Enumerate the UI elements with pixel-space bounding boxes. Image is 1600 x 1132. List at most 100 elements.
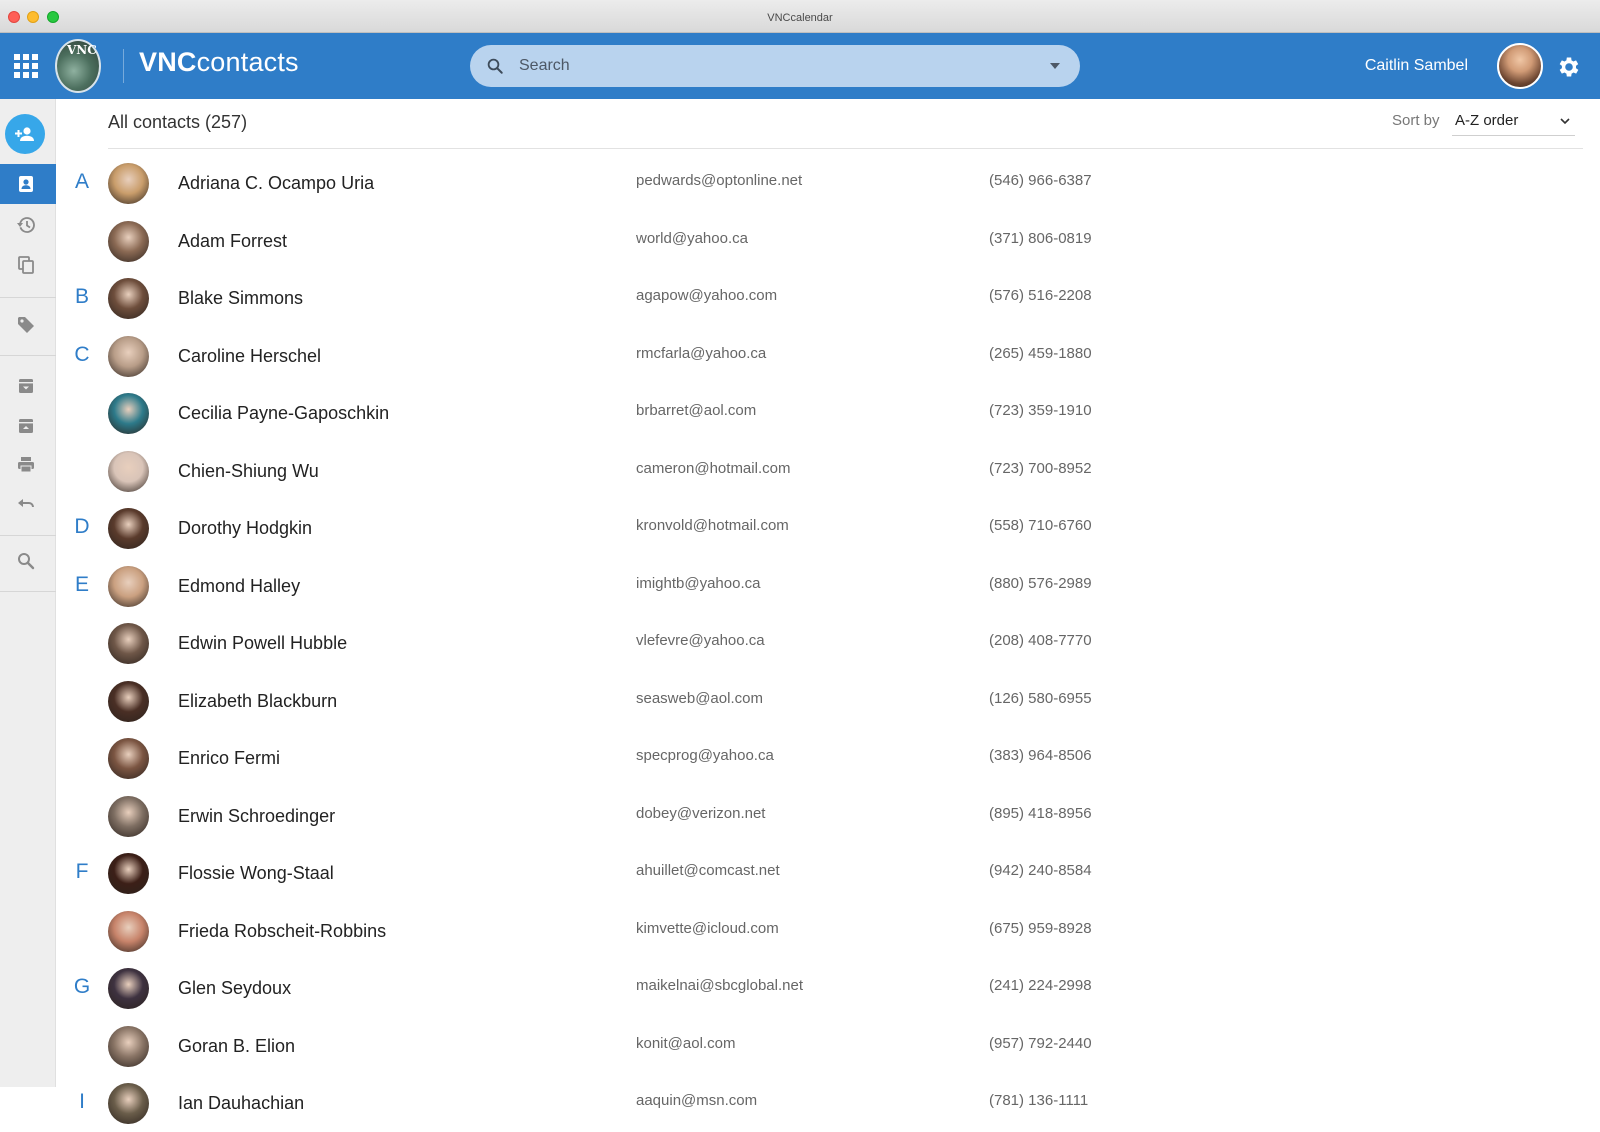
contact-name[interactable]: Edmond Halley bbox=[178, 576, 300, 597]
contact-phone[interactable]: (880) 576-2989 bbox=[989, 575, 1092, 592]
contact-phone[interactable]: (942) 240-8584 bbox=[989, 862, 1092, 879]
contact-phone[interactable]: (558) 710-6760 bbox=[989, 517, 1092, 534]
contact-phone[interactable]: (265) 459-1880 bbox=[989, 345, 1092, 362]
contact-name[interactable]: Chien-Shiung Wu bbox=[178, 461, 319, 482]
contact-avatar[interactable] bbox=[108, 221, 149, 262]
contact-row[interactable]: B Blake Simmons agapow@yahoo.com (576) 516-… bbox=[56, 270, 1600, 327]
contact-email[interactable]: konit@aol.com bbox=[636, 1035, 735, 1052]
sidebar-item-print[interactable] bbox=[0, 445, 56, 485]
contact-email[interactable]: kronvold@hotmail.com bbox=[636, 517, 789, 534]
contact-row[interactable]: D Dorothy Hodgkin kronvold@hotmail.com (558… bbox=[56, 500, 1600, 557]
contact-phone[interactable]: (576) 516-2208 bbox=[989, 287, 1092, 304]
contact-row[interactable]: Elizabeth Blackburn seasweb@aol.com (126) … bbox=[56, 673, 1600, 730]
contact-name[interactable]: Enrico Fermi bbox=[178, 748, 280, 769]
contact-email[interactable]: agapow@yahoo.com bbox=[636, 287, 777, 304]
sidebar-item-contacts[interactable] bbox=[0, 164, 56, 204]
contact-phone[interactable]: (723) 359-1910 bbox=[989, 402, 1092, 419]
contact-row[interactable]: Chien-Shiung Wu cameron@hotmail.com (723) … bbox=[56, 443, 1600, 500]
contact-name[interactable]: Caroline Herschel bbox=[178, 346, 321, 367]
contact-avatar[interactable] bbox=[108, 508, 149, 549]
contact-name[interactable]: Frieda Robscheit-Robbins bbox=[178, 921, 386, 942]
contact-avatar[interactable] bbox=[108, 163, 149, 204]
search-options-dropdown-icon[interactable] bbox=[1050, 63, 1060, 69]
sidebar-item-tags[interactable] bbox=[0, 305, 56, 345]
sidebar-item-search[interactable] bbox=[0, 541, 56, 581]
contact-avatar[interactable] bbox=[108, 278, 149, 319]
contact-row[interactable]: E Edmond Halley imightb@yahoo.ca (880) 576-… bbox=[56, 558, 1600, 615]
contact-phone[interactable]: (546) 966-6387 bbox=[989, 172, 1092, 189]
contact-name[interactable]: Blake Simmons bbox=[178, 288, 303, 309]
contact-avatar[interactable] bbox=[108, 738, 149, 779]
contact-phone[interactable]: (723) 700-8952 bbox=[989, 460, 1092, 477]
sidebar-item-unarchive[interactable] bbox=[0, 406, 56, 446]
contact-row[interactable]: G Glen Seydoux maikelnai@sbcglobal.net (241… bbox=[56, 960, 1600, 1017]
sidebar-item-duplicates[interactable] bbox=[0, 245, 56, 285]
contact-email[interactable]: rmcfarla@yahoo.ca bbox=[636, 345, 766, 362]
contact-name[interactable]: Goran B. Elion bbox=[178, 1036, 295, 1057]
contact-name[interactable]: Dorothy Hodgkin bbox=[178, 518, 312, 539]
contact-avatar[interactable] bbox=[108, 336, 149, 377]
contact-row[interactable]: Erwin Schroedinger dobey@verizon.net (895)… bbox=[56, 788, 1600, 845]
sidebar-item-undo[interactable] bbox=[0, 485, 56, 525]
add-contact-button[interactable] bbox=[5, 114, 45, 154]
contact-name[interactable]: Edwin Powell Hubble bbox=[178, 633, 347, 654]
contact-name[interactable]: Ian Dauhachian bbox=[178, 1093, 304, 1114]
contact-email[interactable]: brbarret@aol.com bbox=[636, 402, 756, 419]
contact-name[interactable]: Adriana C. Ocampo Uria bbox=[178, 173, 374, 194]
contact-email[interactable]: kimvette@icloud.com bbox=[636, 920, 779, 937]
contact-avatar[interactable] bbox=[108, 911, 149, 952]
contact-avatar[interactable] bbox=[108, 1026, 149, 1067]
contact-phone[interactable]: (895) 418-8956 bbox=[989, 805, 1092, 822]
contact-email[interactable]: maikelnai@sbcglobal.net bbox=[636, 977, 803, 994]
contact-name[interactable]: Glen Seydoux bbox=[178, 978, 291, 999]
contact-email[interactable]: specprog@yahoo.ca bbox=[636, 747, 774, 764]
contact-avatar[interactable] bbox=[108, 853, 149, 894]
sort-dropdown[interactable]: A-Z order bbox=[1452, 106, 1575, 136]
contact-row[interactable]: F Flossie Wong-Staal ahuillet@comcast.net (… bbox=[56, 845, 1600, 902]
contact-phone[interactable]: (675) 959-8928 bbox=[989, 920, 1092, 937]
contact-row[interactable]: Frieda Robscheit-Robbins kimvette@icloud.… bbox=[56, 903, 1600, 960]
contact-avatar[interactable] bbox=[108, 623, 149, 664]
contact-row[interactable]: C Caroline Herschel rmcfarla@yahoo.ca (265)… bbox=[56, 328, 1600, 385]
search-input[interactable] bbox=[519, 45, 1019, 87]
contact-email[interactable]: vlefevre@yahoo.ca bbox=[636, 632, 765, 649]
contact-email[interactable]: cameron@hotmail.com bbox=[636, 460, 790, 477]
sidebar-item-archive[interactable] bbox=[0, 366, 56, 406]
contact-name[interactable]: Flossie Wong-Staal bbox=[178, 863, 334, 884]
app-switcher-button[interactable] bbox=[14, 54, 38, 78]
contact-name[interactable]: Cecilia Payne-Gaposchkin bbox=[178, 403, 389, 424]
contact-row[interactable]: Adam Forrest world@yahoo.ca (371) 806-0819 bbox=[56, 213, 1600, 270]
user-avatar[interactable] bbox=[1497, 43, 1543, 89]
contact-phone[interactable]: (383) 964-8506 bbox=[989, 747, 1092, 764]
contact-avatar[interactable] bbox=[108, 681, 149, 722]
contact-row[interactable]: A Adriana C. Ocampo Uria pedwards@optonlin… bbox=[56, 155, 1600, 212]
contact-avatar[interactable] bbox=[108, 566, 149, 607]
contact-email[interactable]: world@yahoo.ca bbox=[636, 230, 748, 247]
contact-phone[interactable]: (371) 806-0819 bbox=[989, 230, 1092, 247]
contact-name[interactable]: Erwin Schroedinger bbox=[178, 806, 335, 827]
contact-avatar[interactable] bbox=[108, 1083, 149, 1124]
contact-row[interactable]: Enrico Fermi specprog@yahoo.ca (383) 964-8… bbox=[56, 730, 1600, 787]
user-name[interactable]: Caitlin Sambel bbox=[1365, 57, 1468, 75]
contact-email[interactable]: pedwards@optonline.net bbox=[636, 172, 802, 189]
contact-phone[interactable]: (781) 136-1111 bbox=[989, 1092, 1088, 1109]
search-bar[interactable] bbox=[470, 45, 1080, 87]
contact-row[interactable]: Cecilia Payne-Gaposchkin brbarret@aol.com… bbox=[56, 385, 1600, 442]
contact-avatar[interactable] bbox=[108, 393, 149, 434]
contact-row[interactable]: Edwin Powell Hubble vlefevre@yahoo.ca (208… bbox=[56, 615, 1600, 672]
contact-email[interactable]: aaquin@msn.com bbox=[636, 1092, 757, 1109]
contact-row[interactable]: I Ian Dauhachian aaquin@msn.com (781) 136-1… bbox=[56, 1075, 1600, 1132]
contact-email[interactable]: seasweb@aol.com bbox=[636, 690, 763, 707]
sidebar-item-history[interactable] bbox=[0, 205, 56, 245]
contact-email[interactable]: ahuillet@comcast.net bbox=[636, 862, 780, 879]
gear-icon[interactable] bbox=[1556, 54, 1582, 80]
contact-avatar[interactable] bbox=[108, 968, 149, 1009]
contact-email[interactable]: imightb@yahoo.ca bbox=[636, 575, 760, 592]
contact-name[interactable]: Elizabeth Blackburn bbox=[178, 691, 337, 712]
contact-phone[interactable]: (126) 580-6955 bbox=[989, 690, 1092, 707]
contact-avatar[interactable] bbox=[108, 796, 149, 837]
contact-phone[interactable]: (241) 224-2998 bbox=[989, 977, 1092, 994]
contact-phone[interactable]: (957) 792-2440 bbox=[989, 1035, 1092, 1052]
contact-row[interactable]: Goran B. Elion konit@aol.com (957) 792-244… bbox=[56, 1018, 1600, 1075]
contact-name[interactable]: Adam Forrest bbox=[178, 231, 287, 252]
